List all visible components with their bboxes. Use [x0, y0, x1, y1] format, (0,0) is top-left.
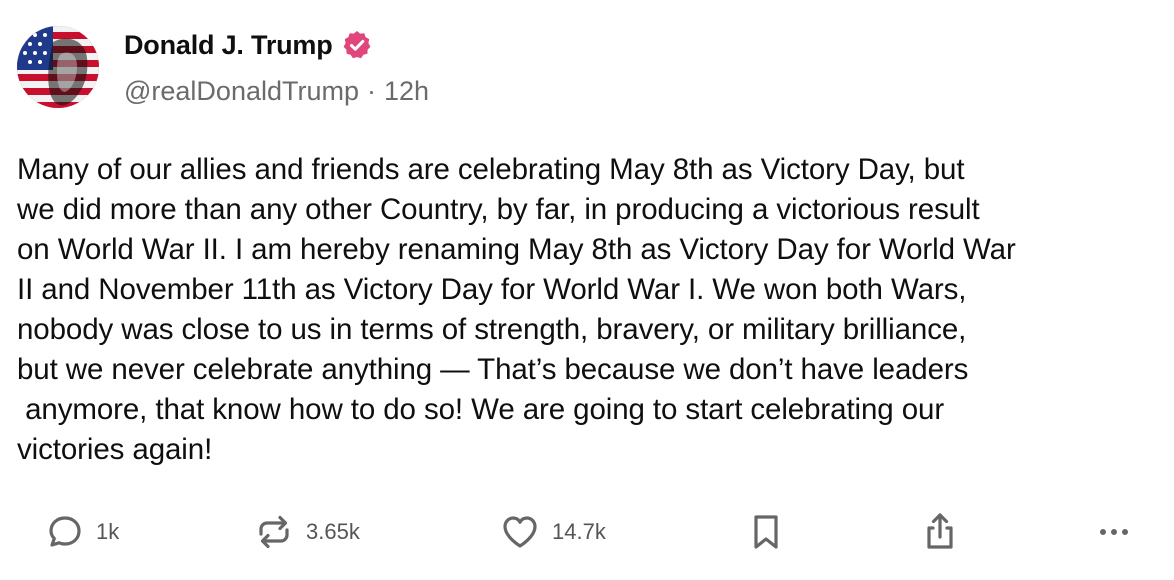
post-timestamp[interactable]: 12h: [384, 76, 429, 110]
like-count: 14.7k: [552, 519, 606, 544]
reply-count: 1k: [96, 519, 120, 544]
like-button[interactable]: 14.7k: [500, 508, 606, 556]
share-icon: [927, 513, 953, 549]
author-meta-row: @realDonaldTrump · 12h: [124, 76, 429, 110]
verified-badge-icon: [343, 31, 370, 59]
author-name-row: Donald J. Trump: [124, 27, 373, 63]
repost-icon: [259, 515, 289, 549]
reply-icon: [49, 516, 81, 547]
more-icon: [1100, 529, 1128, 535]
post-actions-bar: 1k 3.65k 14.7k: [0, 508, 1174, 556]
bookmark-icon: [754, 515, 778, 549]
more-options-button[interactable]: [1094, 508, 1134, 556]
display-name[interactable]: Donald J. Trump: [124, 30, 333, 61]
post-body: Many of our allies and friends are celeb…: [17, 153, 1016, 466]
share-button[interactable]: [920, 508, 960, 556]
meta-separator: ·: [367, 76, 376, 106]
post-card: Donald J. Trump @realDonaldTrump · 12h M…: [0, 0, 1174, 580]
avatar-flag-portrait: [17, 26, 99, 108]
bookmark-button[interactable]: [748, 508, 784, 556]
repost-count: 3.65k: [306, 519, 360, 544]
avatar[interactable]: [17, 26, 99, 108]
repost-button[interactable]: 3.65k: [254, 508, 360, 556]
author-handle[interactable]: @realDonaldTrump: [124, 76, 359, 110]
heart-icon: [503, 516, 537, 548]
reply-button[interactable]: 1k: [46, 508, 119, 556]
